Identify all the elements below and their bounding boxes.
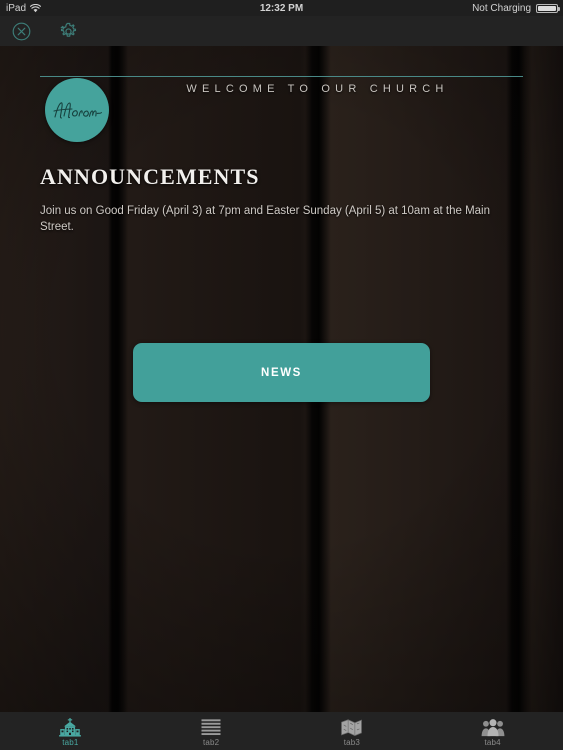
tab-item-tab3[interactable]: tab3 [282, 712, 423, 750]
settings-button[interactable] [51, 16, 85, 46]
battery-icon [536, 3, 560, 13]
logo-script-icon [51, 97, 103, 123]
tab-item-tab1[interactable]: tab1 [0, 712, 141, 750]
top-toolbar [0, 16, 563, 46]
people-group-icon [481, 717, 505, 737]
news-button[interactable]: NEWS [133, 343, 430, 402]
folded-map-icon [340, 717, 363, 737]
tab-bar: tab1 tab2 tab3 tab4 [0, 712, 563, 750]
tab-label: tab4 [484, 738, 501, 747]
announcements-text: Join us on Good Friday (April 3) at 7pm … [40, 205, 490, 234]
church-building-icon [59, 717, 82, 737]
list-lines-icon [200, 717, 222, 737]
tab-label: tab2 [202, 738, 220, 747]
announcements-heading: ANNOUNCEMENTS [40, 164, 260, 189]
gear-icon [59, 22, 78, 41]
close-circle-icon [12, 22, 31, 41]
tab-item-tab4[interactable]: tab4 [422, 712, 563, 750]
status-bar: iPad 12:32 PM Not Charging [0, 0, 563, 16]
tab-label: tab3 [343, 738, 361, 747]
welcome-title: WELCOME TO OUR CHURCH [186, 83, 449, 95]
app-screen: iPad 12:32 PM Not Charging WELCOME TO OU… [0, 0, 563, 750]
status-bar-right: Not Charging [472, 2, 560, 14]
close-button[interactable] [4, 16, 38, 46]
tab-item-tab2[interactable]: tab2 [141, 712, 282, 750]
header-divider [40, 76, 523, 77]
tab-label: tab1 [62, 738, 79, 747]
charging-status-label: Not Charging [472, 2, 531, 14]
